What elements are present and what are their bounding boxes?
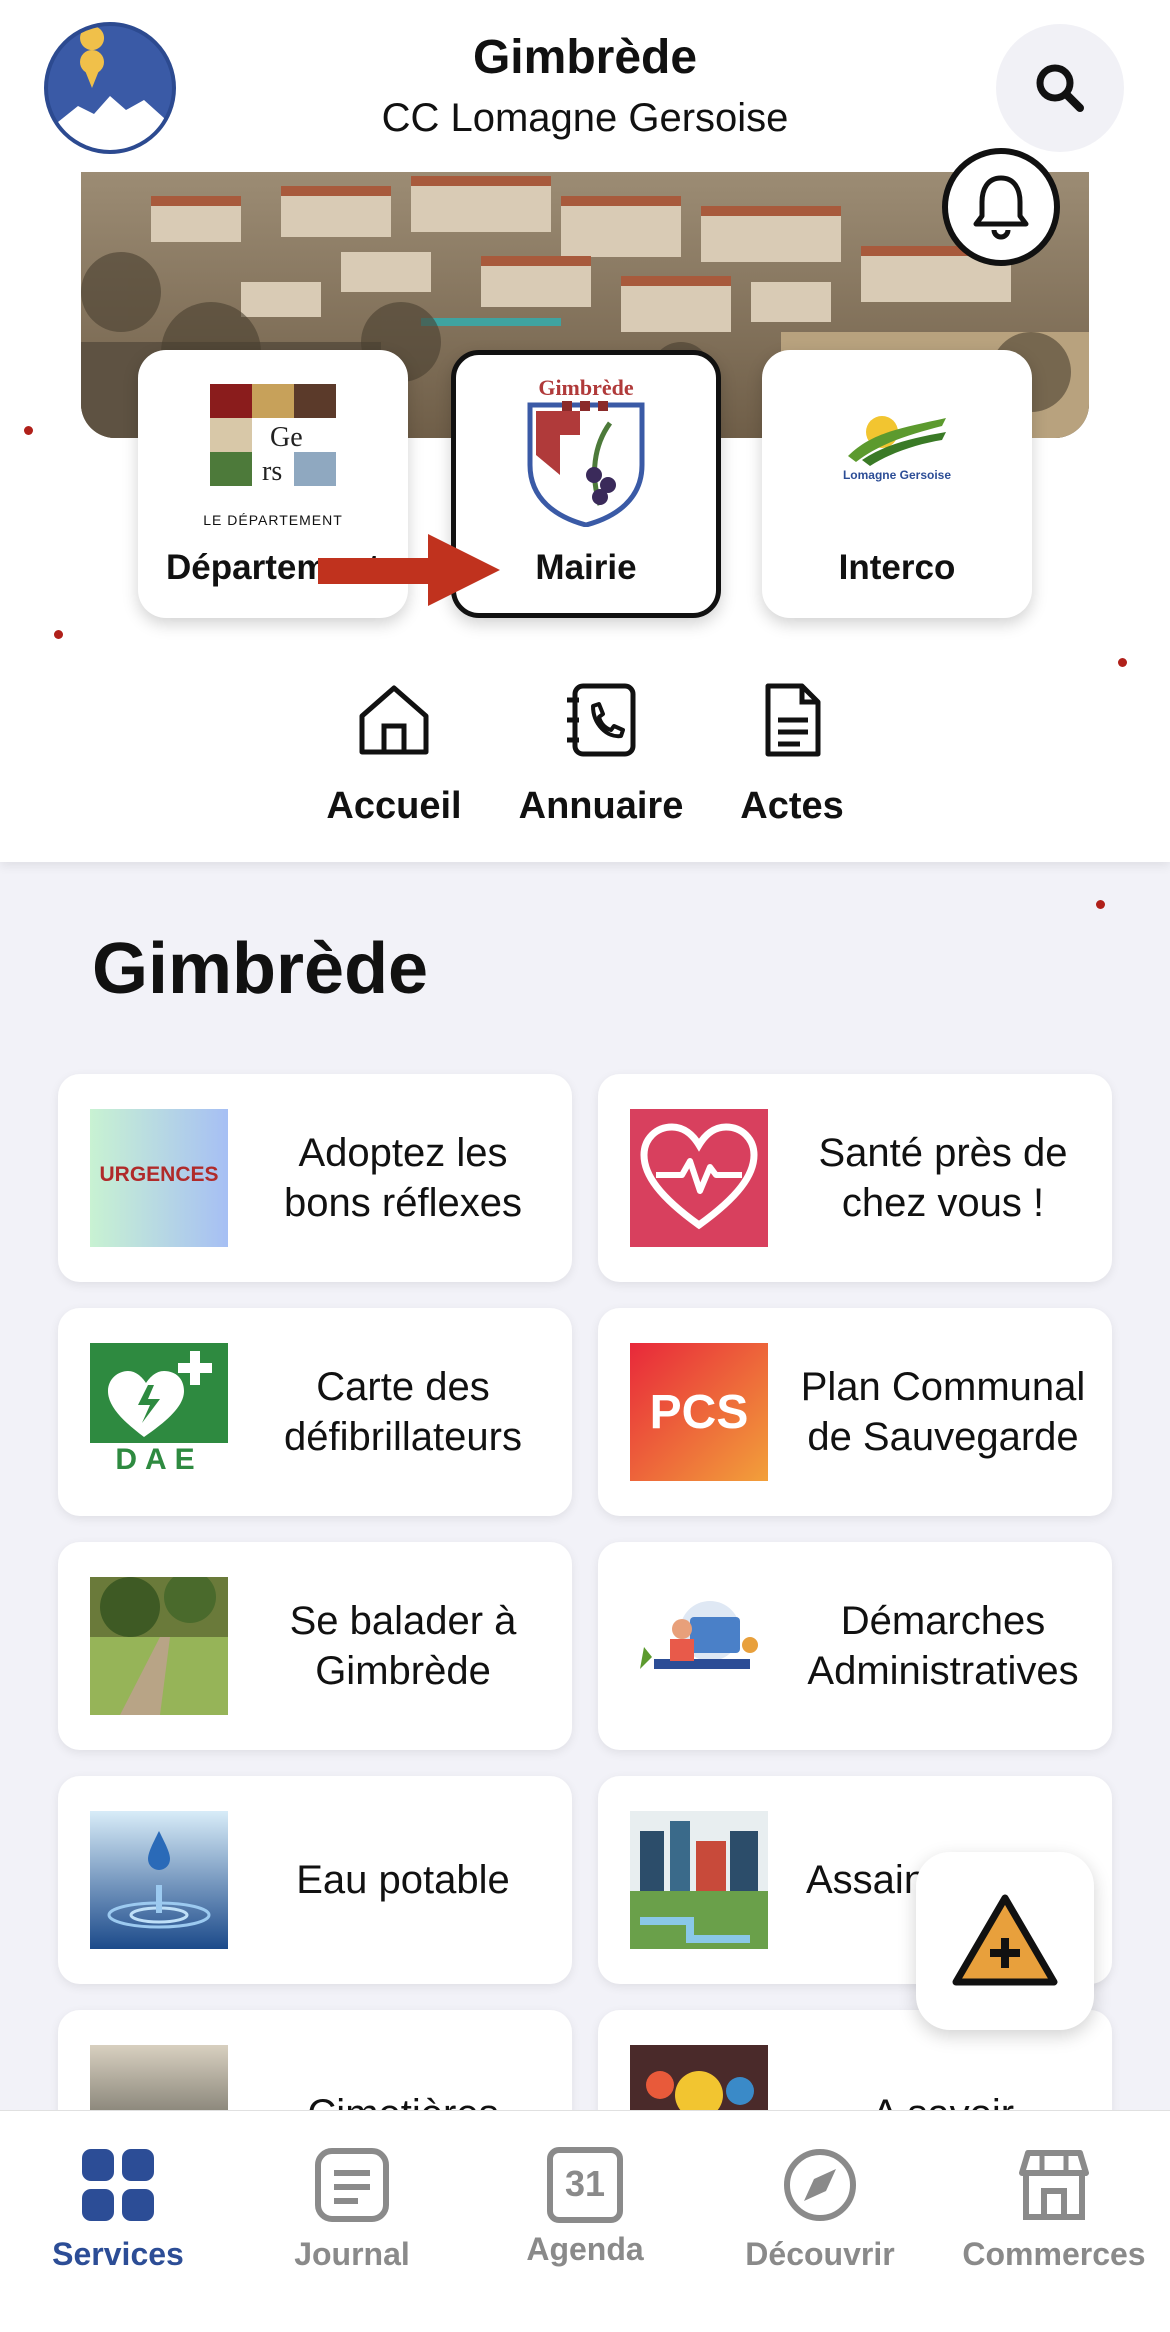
search-icon [1036, 64, 1084, 112]
town-title: Gimbrède [472, 31, 698, 84]
bottom-nav-decouvrir[interactable]: Découvrir [710, 2147, 930, 2273]
tile-label: Eau potable [296, 1858, 510, 1902]
tile-pcs[interactable]: PCS Plan Communal de Sauvegarde [598, 1308, 1112, 1516]
tile-balade[interactable]: Se balader à Gimbrède [58, 1542, 572, 1750]
intercommunality-subtitle: CC Lomagne Gersoise [381, 96, 789, 140]
mairie-logo-text: Gimbrède [538, 375, 634, 400]
header: Gimbrède CC Lomagne Gersoise Ge rs LE DÉ… [0, 0, 1170, 862]
report-alert-button[interactable] [916, 1852, 1094, 2030]
calendar-icon: 31 [547, 2147, 623, 2223]
tile-label: Plan Communal de Sauvegarde [800, 1365, 1086, 1459]
bottom-navigation: Services Journal 31 Agenda Découvrir Com… [0, 2110, 1170, 2332]
quick-nav-label: Accueil [326, 785, 462, 827]
phonebook-icon [567, 683, 636, 757]
sanitation-illustration-thumbnail [630, 1811, 768, 1949]
tile-sante[interactable]: Santé près de chez vous ! [598, 1074, 1112, 1282]
pcs-thumbnail: PCS [630, 1343, 768, 1481]
bell-icon [973, 175, 1029, 240]
tile-label: Carte des défibrillateurs [284, 1365, 522, 1459]
bottom-nav-journal[interactable]: Journal [242, 2147, 462, 2273]
dae-thumb-text: DAE [115, 1443, 203, 1476]
quick-nav-annuaire[interactable]: Annuaire [506, 682, 696, 828]
tile-label: Se balader à Gimbrède [289, 1599, 517, 1693]
decorative-dot [54, 630, 63, 639]
quick-nav-accueil[interactable]: Accueil [314, 682, 474, 828]
bottom-nav-label: Agenda [526, 2231, 644, 2267]
interco-logo: Lomagne Gersoise [842, 412, 952, 494]
bottom-nav-services[interactable]: Services [8, 2147, 228, 2273]
compass-icon [784, 2149, 856, 2221]
urgences-thumbnail: URGENCES [90, 1109, 228, 1247]
calendar-badge: 31 [564, 2163, 606, 2204]
document-icon [765, 683, 821, 757]
urgences-thumb-text: URGENCES [99, 1163, 219, 1186]
svg-text:rs: rs [262, 456, 282, 487]
decorative-dot [1096, 900, 1105, 909]
entity-label-interco: Interco [838, 548, 956, 587]
bottom-nav-label: Commerces [962, 2236, 1146, 2272]
bottom-nav-label: Services [52, 2236, 184, 2272]
departement-logo-text: LE DÉPARTEMENT [203, 512, 343, 528]
tile-defibrillateurs[interactable]: DAE Carte des défibrillateurs [58, 1308, 572, 1516]
quick-nav-label: Actes [740, 785, 844, 827]
quick-nav-label: Annuaire [518, 785, 684, 827]
tile-label: Démarches Administratives [807, 1599, 1079, 1693]
tile-label: Adoptez les bons réflexes [284, 1131, 522, 1225]
section-title: Gimbrède [92, 929, 429, 1009]
office-illustration-thumbnail [630, 1577, 768, 1715]
dae-thumbnail: DAE [90, 1343, 228, 1481]
bottom-nav-label: Découvrir [745, 2236, 895, 2272]
red-arrow-annotation [318, 534, 500, 606]
pcs-thumb-text: PCS [649, 1386, 749, 1439]
bottom-nav-agenda[interactable]: 31 Agenda [475, 2147, 695, 2268]
decorative-dot [24, 426, 33, 435]
decorative-dot [1118, 658, 1127, 667]
grid-icon [82, 2149, 154, 2221]
heart-pulse-icon [630, 1109, 768, 1247]
journal-icon [315, 2148, 389, 2222]
tile-label: Santé près de chez vous ! [818, 1131, 1068, 1225]
quick-nav-actes[interactable]: Actes [722, 682, 862, 828]
mairie-coat-of-arms: Gimbrède [520, 375, 652, 528]
tile-urgences[interactable]: URGENCES Adoptez les bons réflexes [58, 1074, 572, 1282]
departement-logo: Ge rs LE DÉPARTEMENT [203, 384, 342, 528]
home-icon [359, 685, 429, 755]
svg-text:Ge: Ge [270, 422, 303, 453]
path-photo-thumbnail [90, 1577, 228, 1715]
bottom-nav-commerces[interactable]: Commerces [944, 2147, 1164, 2273]
water-drop-thumbnail [90, 1811, 228, 1949]
store-icon [1019, 2150, 1089, 2220]
tile-eau-potable[interactable]: Eau potable [58, 1776, 572, 1984]
search-button[interactable] [996, 24, 1124, 152]
warning-plus-icon [952, 1894, 1058, 1986]
entity-card-interco[interactable]: Lomagne Gersoise Interco [762, 350, 1032, 618]
tile-demarches[interactable]: Démarches Administratives [598, 1542, 1112, 1750]
bottom-nav-label: Journal [294, 2236, 410, 2272]
notifications-button[interactable] [942, 148, 1060, 266]
interco-logo-text: Lomagne Gersoise [842, 468, 952, 482]
